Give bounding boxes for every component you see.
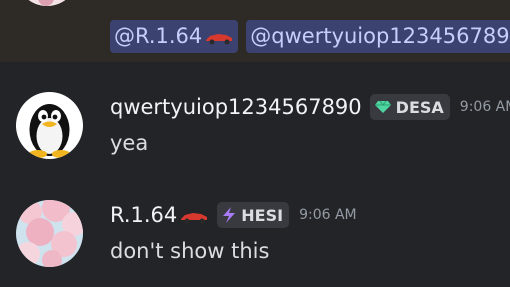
message-content: yea xyxy=(110,131,149,155)
car-icon xyxy=(181,213,208,224)
car-icon xyxy=(206,34,233,45)
timestamp: 9:06 AM xyxy=(299,207,357,223)
mention-qwerty[interactable]: @qwertyuiop1234567890 xyxy=(246,20,510,53)
cherry-blossom-avatar-icon xyxy=(16,200,83,267)
guild-tag-label: HESI xyxy=(241,205,284,225)
avatar[interactable] xyxy=(16,92,83,159)
message-header: R.1.64 HESI 9:06 AM xyxy=(110,202,357,228)
username[interactable]: R.1.64 xyxy=(110,202,177,228)
username[interactable]: qwertyuiop1234567890 xyxy=(110,94,362,120)
gem-icon xyxy=(374,100,391,113)
chat-view: @R.1.64 @qwertyuiop1234567890 qwertyuiop… xyxy=(0,0,510,287)
mention-row: @R.1.64 @qwertyuiop1234567890 xyxy=(110,20,510,53)
mention-text: @R.1.64 xyxy=(114,24,203,48)
mention-r164[interactable]: @R.1.64 xyxy=(110,20,239,53)
penguin-avatar-icon xyxy=(16,92,83,159)
avatar[interactable] xyxy=(16,200,83,267)
guild-tag[interactable]: DESA xyxy=(369,94,450,120)
guild-tag-label: DESA xyxy=(395,97,444,117)
message-content: don't show this xyxy=(110,239,270,263)
guild-tag[interactable]: HESI xyxy=(217,202,290,228)
lightning-icon xyxy=(223,207,236,223)
mention-text: @qwertyuiop1234567890 xyxy=(250,24,510,48)
message-header: qwertyuiop1234567890 DESA 9:06 AM xyxy=(110,94,510,120)
timestamp: 9:06 AM xyxy=(459,99,510,115)
